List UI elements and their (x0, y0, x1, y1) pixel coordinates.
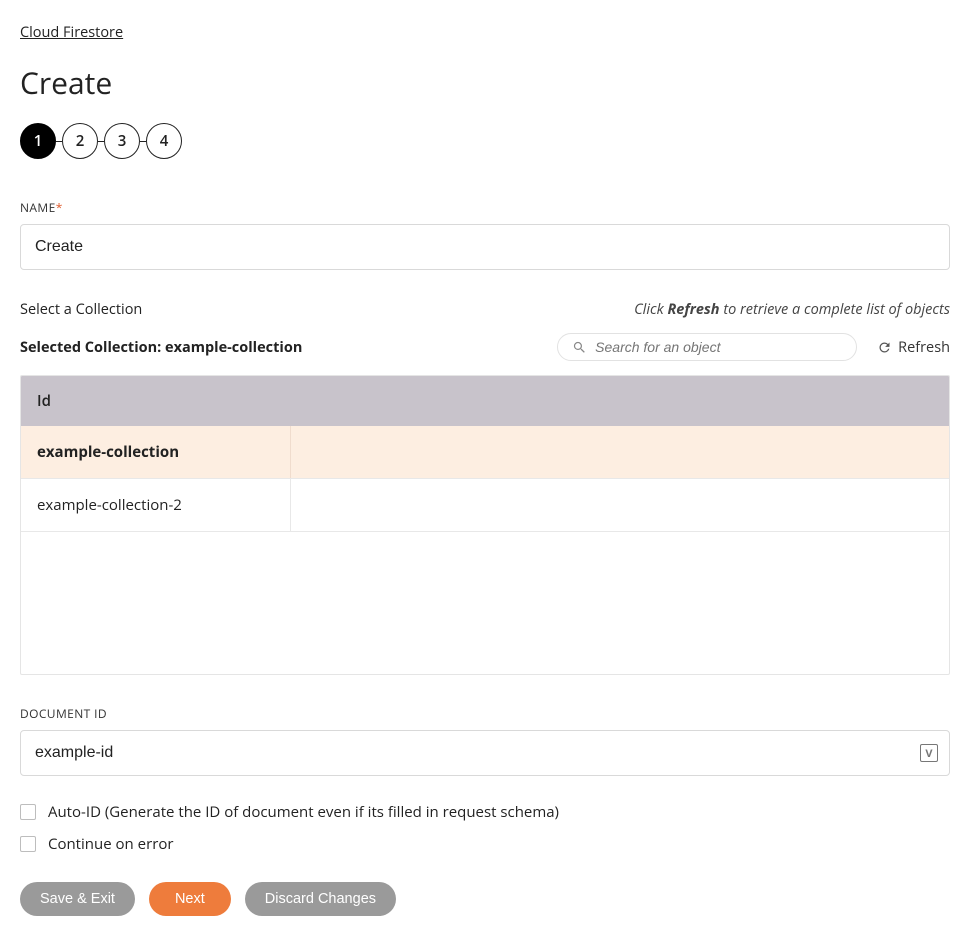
name-label: NAME* (20, 199, 950, 216)
continue-on-error-label: Continue on error (48, 834, 173, 854)
page-title: Create (20, 62, 950, 103)
name-input[interactable] (20, 224, 950, 270)
cell-id: example-collection-2 (21, 479, 291, 531)
search-input[interactable] (595, 339, 842, 355)
document-id-label: DOCUMENT ID (20, 705, 950, 722)
refresh-label: Refresh (898, 338, 950, 357)
variable-icon[interactable]: V (920, 744, 938, 762)
discard-button[interactable]: Discard Changes (245, 882, 396, 916)
step-3[interactable]: 3 (104, 123, 140, 159)
step-4[interactable]: 4 (146, 123, 182, 159)
select-collection-label: Select a Collection (20, 300, 142, 319)
table-row[interactable]: example-collection-2 (21, 479, 949, 532)
next-button[interactable]: Next (149, 882, 231, 916)
search-box[interactable] (557, 333, 857, 361)
cell-id: example-collection (21, 426, 291, 478)
auto-id-checkbox[interactable] (20, 804, 36, 820)
collection-table: Id example-collection example-collection… (20, 375, 950, 675)
step-2[interactable]: 2 (62, 123, 98, 159)
selected-collection-text: Selected Collection: example-collection (20, 338, 302, 357)
continue-on-error-checkbox[interactable] (20, 836, 36, 852)
search-icon (572, 340, 587, 355)
step-1[interactable]: 1 (20, 123, 56, 159)
refresh-hint: Click Refresh to retrieve a complete lis… (634, 300, 950, 319)
refresh-button[interactable]: Refresh (877, 338, 950, 357)
table-header-id: Id (21, 376, 949, 426)
auto-id-label: Auto-ID (Generate the ID of document eve… (48, 802, 559, 822)
table-row[interactable]: example-collection (21, 426, 949, 479)
document-id-input[interactable] (20, 730, 950, 776)
save-exit-button[interactable]: Save & Exit (20, 882, 135, 916)
stepper: 1 2 3 4 (20, 123, 950, 159)
refresh-icon (877, 340, 892, 355)
breadcrumb-link[interactable]: Cloud Firestore (20, 23, 123, 42)
required-asterisk: * (56, 199, 63, 216)
